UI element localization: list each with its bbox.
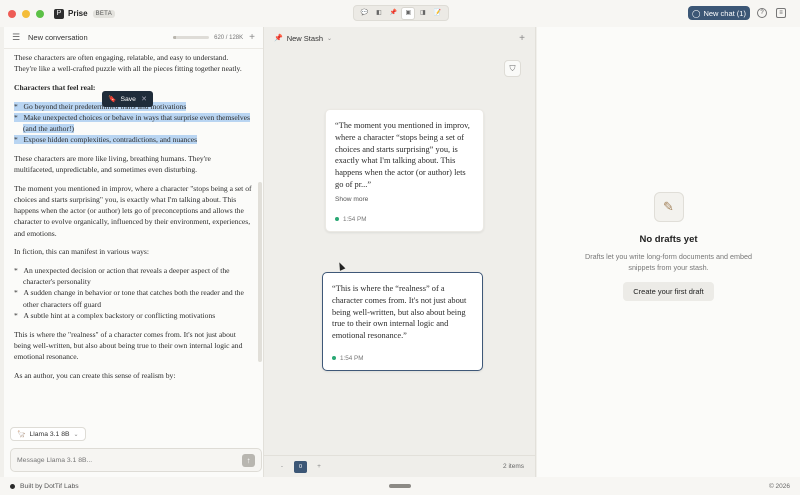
new-chat-button[interactable]: ◯ New chat (1) bbox=[688, 6, 750, 20]
message-paragraph: The moment you mentioned in improv, wher… bbox=[14, 183, 252, 238]
send-button[interactable]: ↑ bbox=[242, 453, 255, 467]
message-paragraph: These characters are often engaging, rel… bbox=[14, 53, 242, 74]
conversation-pane: ☰ New conversation 620 / 128K + These ch… bbox=[4, 27, 264, 477]
empty-description: Drafts let you write long-form documents… bbox=[585, 252, 752, 272]
built-by-label[interactable]: Built by DotTif Labs bbox=[20, 483, 79, 490]
bullet-item: * A sudden change in behavior or tone th… bbox=[14, 288, 244, 309]
status-bar: Built by DotTif Labs © 2026 bbox=[0, 477, 800, 495]
create-draft-button[interactable]: Create your first draft bbox=[623, 282, 714, 301]
bullet-item: * An unexpected decision or action that … bbox=[14, 266, 230, 287]
status-dot-icon bbox=[10, 483, 15, 489]
menu-icon[interactable]: ☰ bbox=[12, 32, 24, 43]
snippet-time: 1:54 PM bbox=[343, 215, 367, 223]
main-window: ☰ New conversation 620 / 128K + These ch… bbox=[0, 27, 800, 477]
model-label: Llama 3.1 8B bbox=[29, 430, 70, 438]
model-selector[interactable]: 🦙 Llama 3.1 8B ⌄ bbox=[10, 427, 86, 441]
message-paragraph: These characters are more like living, b… bbox=[14, 153, 211, 175]
highlighted-selection[interactable]: * Go beyond their predetermined traits a… bbox=[14, 101, 252, 146]
conversation-header: ☰ New conversation 620 / 128K + bbox=[4, 27, 263, 49]
close-window-button[interactable] bbox=[8, 9, 16, 18]
title-bar: P Prise BETA 💬 ◧ 📌 ▣ ◨ 📝 ◯ New chat (1) … bbox=[0, 0, 800, 27]
snippet-meta: 1:54 PM bbox=[332, 355, 473, 362]
draft-layout-icon[interactable]: 📝 bbox=[432, 8, 444, 19]
bullet-item: * Make unexpected choices or behave in w… bbox=[14, 112, 250, 134]
bookmark-icon: 🔖 bbox=[108, 96, 117, 103]
chevron-down-icon: ⌄ bbox=[73, 431, 79, 438]
save-label[interactable]: Save bbox=[120, 96, 136, 103]
message-paragraph: In fiction, this can manifest in various… bbox=[14, 247, 149, 257]
zoom-in-button[interactable]: + bbox=[313, 463, 325, 470]
app-name: Prise bbox=[68, 9, 88, 18]
columns-layout-icon[interactable]: ◨ bbox=[417, 8, 429, 19]
conversation-title[interactable]: New conversation bbox=[28, 33, 88, 42]
help-icon[interactable]: ? bbox=[757, 8, 767, 18]
item-count: 2 items bbox=[503, 463, 524, 470]
pin-layout-icon[interactable]: 📌 bbox=[388, 8, 400, 19]
token-usage-fill bbox=[173, 36, 176, 39]
save-selection-popup[interactable]: 🔖 Save ✕ bbox=[102, 91, 153, 107]
snippet-text: “The moment you mentioned in improv, whe… bbox=[335, 121, 470, 189]
empty-title: No drafts yet bbox=[639, 234, 698, 245]
bullet-item: * Expose hidden complexities, contradict… bbox=[14, 135, 198, 145]
stash-title[interactable]: New Stash bbox=[287, 34, 323, 43]
pin-icon: 📌 bbox=[274, 35, 283, 42]
panel-layout-icon[interactable]: ▣ bbox=[402, 7, 415, 19]
chevron-down-icon[interactable]: ⌄ bbox=[327, 35, 332, 42]
message-paragraph: This is where the "realness" of a charac… bbox=[14, 329, 243, 361]
stash-pane: 📌 New Stash ⌄ + ⛉ “The moment you mentio… bbox=[264, 27, 536, 477]
home-indicator bbox=[389, 484, 411, 488]
copyright: © 2026 bbox=[768, 482, 790, 490]
token-count: 620 / 128K bbox=[214, 34, 244, 41]
minimize-window-button[interactable] bbox=[22, 9, 30, 18]
bullet-item: * Go beyond their predetermined traits a… bbox=[14, 101, 187, 111]
close-icon[interactable]: ✕ bbox=[141, 95, 147, 103]
snippet-card[interactable]: “The moment you mentioned in improv, whe… bbox=[325, 109, 484, 232]
new-chat-label: New chat (1) bbox=[703, 8, 746, 18]
draft-pencil-icon: ✎ bbox=[653, 192, 684, 222]
snippet-time: 1:54 PM bbox=[340, 354, 364, 362]
message-input[interactable] bbox=[17, 456, 242, 464]
bullet-item: * A subtle hint at a complex backstory o… bbox=[14, 310, 216, 320]
zoom-level[interactable]: 0 bbox=[294, 460, 307, 473]
beta-badge: BETA bbox=[92, 9, 116, 18]
transcript-scrollbar[interactable] bbox=[258, 182, 262, 362]
message-composer: ↑ bbox=[10, 448, 262, 472]
add-stash-icon[interactable]: + bbox=[519, 33, 525, 44]
chat-layout-icon[interactable]: 💬 bbox=[358, 8, 370, 19]
add-icon[interactable]: + bbox=[249, 32, 255, 43]
zoom-out-button[interactable]: - bbox=[276, 463, 288, 470]
token-usage-bar bbox=[173, 36, 210, 39]
status-dot-icon bbox=[335, 217, 339, 222]
app-logo-icon: P bbox=[54, 8, 64, 19]
filter-icon[interactable]: ⛉ bbox=[504, 60, 521, 77]
snippet-text: “This is where the “realness” of a chara… bbox=[332, 284, 467, 341]
split-layout-icon[interactable]: ◧ bbox=[373, 8, 385, 19]
snippet-card[interactable]: “This is where the “realness” of a chara… bbox=[322, 272, 483, 371]
llama-icon: 🦙 bbox=[17, 431, 26, 438]
stash-footer: - 0 + 2 items bbox=[264, 455, 536, 477]
stash-header: 📌 New Stash ⌄ + bbox=[264, 27, 535, 49]
message-paragraph: As an author, you can create this sense … bbox=[14, 370, 176, 380]
maximize-window-button[interactable] bbox=[36, 9, 44, 18]
window-controls bbox=[8, 9, 44, 18]
snippet-meta: 1:54 PM bbox=[335, 216, 474, 223]
chat-bubble-icon: ◯ bbox=[692, 8, 701, 18]
drafts-pane: ✎ No drafts yet Drafts let you write lon… bbox=[537, 27, 800, 477]
bullet-list: * An unexpected decision or action that … bbox=[14, 265, 252, 321]
show-more-link[interactable]: Show more bbox=[335, 196, 474, 203]
database-icon[interactable]: ≡ bbox=[776, 8, 786, 18]
status-dot-icon bbox=[332, 356, 336, 361]
layout-switcher: 💬 ◧ 📌 ▣ ◨ 📝 bbox=[353, 5, 449, 21]
drafts-empty-state: ✎ No drafts yet Drafts let you write lon… bbox=[537, 192, 800, 301]
